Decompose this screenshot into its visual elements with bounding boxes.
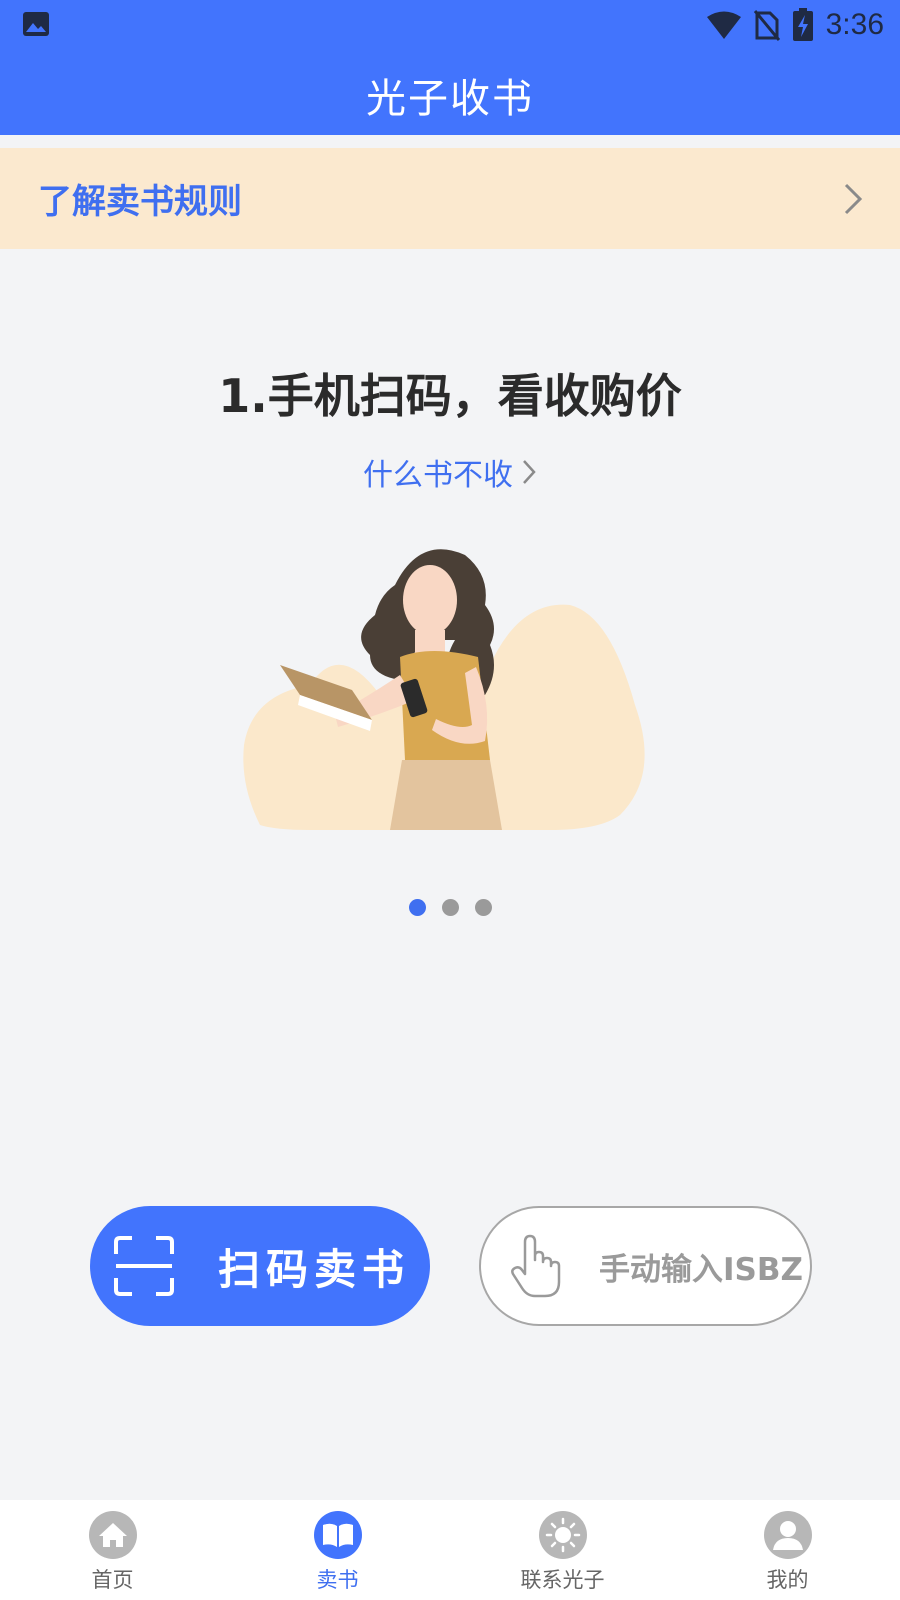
scan-frame-icon [114,1236,174,1296]
tab-label: 卖书 [316,1568,359,1592]
manual-isbn-label: 手动输入ISBZ [599,1251,803,1288]
chevron-right-icon [523,460,536,484]
wifi-icon [706,11,741,39]
sell-rules-banner[interactable]: 了解卖书规则 [0,148,900,249]
battery-charging-icon [792,8,813,41]
manual-isbn-button[interactable]: 手动输入ISBZ [479,1206,812,1326]
tab-contact[interactable]: 联系光子 [450,1500,675,1600]
status-bar: 3:36 [0,0,900,50]
rejected-books-label: 什么书不收 [363,458,513,493]
scan-to-sell-label: 扫码卖书 [218,1244,411,1294]
bottom-tab-bar: 首页 卖书 联系光子 我的 [0,1500,900,1600]
book-icon [313,1511,362,1559]
status-icons: 3:36 [706,8,884,42]
carousel-indicator [0,899,900,916]
tab-home[interactable]: 首页 [0,1500,225,1600]
carousel-dot[interactable] [408,899,426,916]
app-header: 3:36 光子收书 [0,0,900,135]
tab-sell-books[interactable]: 卖书 [225,1500,450,1600]
carousel-dot[interactable] [441,899,459,916]
tab-label: 我的 [766,1568,809,1592]
chevron-right-icon [844,183,863,214]
user-icon [763,1511,812,1559]
rejected-books-link[interactable]: 什么书不收 [0,450,900,494]
page-title: 光子收书 [366,76,534,122]
no-sim-icon [753,10,780,41]
woman-scanning-book-illustration [243,549,645,830]
step-title: 1.手机扫码，看收购价 [218,369,682,423]
tab-label: 联系光子 [520,1568,605,1592]
tab-profile[interactable]: 我的 [675,1500,900,1600]
sun-icon [538,1511,587,1559]
home-icon [88,1511,137,1559]
status-time: 3:36 [825,8,884,41]
hand-tap-icon [511,1234,561,1298]
gallery-notification-icon [23,12,49,36]
carousel-dot[interactable] [474,899,492,916]
sell-rules-label: 了解卖书规则 [38,182,242,222]
scan-to-sell-button[interactable]: 扫码卖书 [90,1206,430,1326]
tab-label: 首页 [91,1568,134,1592]
